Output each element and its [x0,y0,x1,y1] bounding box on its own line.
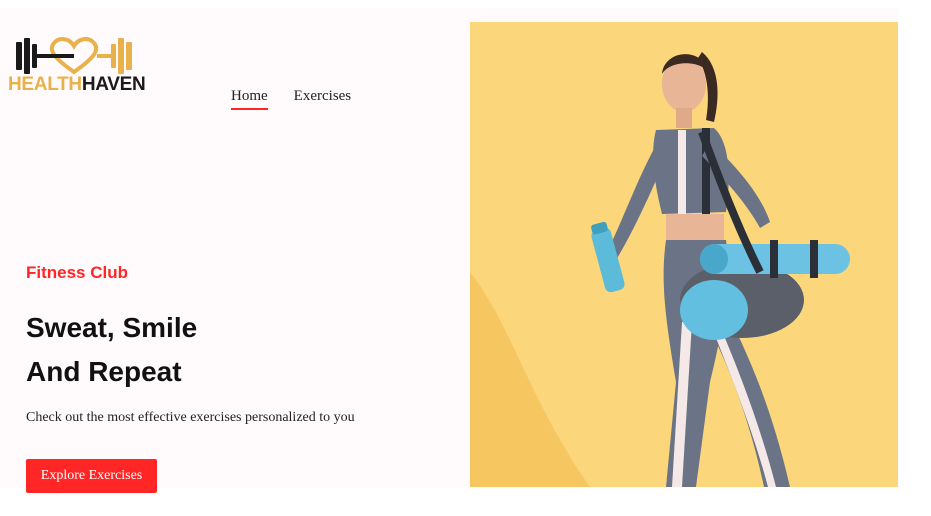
hero-subtitle: Check out the most effective exercises p… [26,410,355,425]
dumbbell-heart-icon [16,37,132,75]
hero-illustration [470,52,850,487]
explore-exercises-button[interactable]: Explore Exercises [26,459,157,493]
main-nav: Home Exercises [231,88,351,110]
nav-home-link[interactable]: Home [231,88,268,110]
hero-headline-line2: And Repeat [26,356,182,387]
hero-headline: Sweat, Smile And Repeat [26,306,197,394]
nav-exercises-link[interactable]: Exercises [294,88,351,110]
brand-name-part2: HAVEN [81,74,146,95]
brand-logo[interactable]: HEALTHHAVEN [8,36,146,106]
brand-name: HEALTHHAVEN [8,74,146,96]
hero-banner-image [470,22,898,487]
hero-headline-line1: Sweat, Smile [26,312,198,343]
hero-eyebrow: Fitness Club [26,263,129,282]
brand-name-part1: HEALTH [8,74,82,95]
